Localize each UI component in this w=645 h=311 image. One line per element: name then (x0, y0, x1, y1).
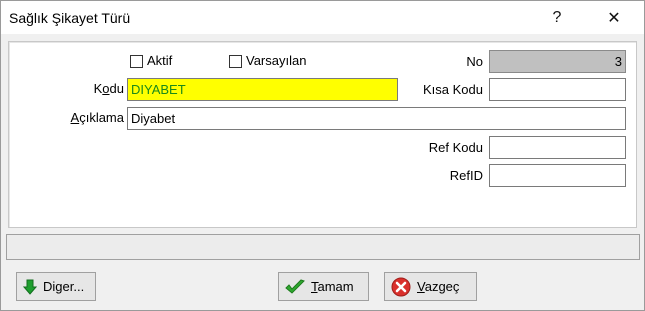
aktif-checkbox[interactable] (130, 55, 143, 68)
kisa-kodu-label: Kısa Kodu (423, 82, 483, 97)
help-button[interactable]: ? (534, 1, 580, 34)
aciklama-label: Açıklama (70, 110, 124, 125)
title-bar: Sağlık Şikayet Türü ? ✕ (1, 1, 644, 34)
kisa-kodu-input[interactable] (489, 78, 626, 101)
vazgec-button[interactable]: Vazgeç (384, 272, 477, 301)
refid-label: RefID (449, 168, 483, 183)
diger-label: Diger... (43, 279, 85, 294)
no-field: 3 (489, 50, 626, 73)
kodu-input[interactable]: DIYABET (127, 78, 398, 101)
arrow-down-icon (23, 279, 37, 295)
status-bar (6, 234, 640, 260)
window-title: Sağlık Şikayet Türü (9, 10, 131, 26)
close-icon: ✕ (607, 9, 621, 27)
kodu-label: Kodu (93, 81, 124, 96)
form-panel: Aktif Varsayılan No 3 Kodu DIYABET Kısa … (8, 41, 637, 228)
tamam-label: Tamam (311, 279, 354, 294)
varsayilan-checkbox[interactable] (229, 55, 242, 68)
vazgec-label: Vazgeç (417, 279, 460, 294)
checkmark-icon (285, 278, 305, 295)
tamam-button[interactable]: Tamam (278, 272, 369, 301)
no-label: No (466, 54, 483, 69)
diger-button[interactable]: Diger... (16, 272, 96, 301)
aktif-label: Aktif (147, 53, 173, 68)
aciklama-input[interactable]: Diyabet (127, 107, 626, 130)
close-button[interactable]: ✕ (591, 1, 637, 34)
dialog-window: Sağlık Şikayet Türü ? ✕ Aktif Varsayılan… (0, 0, 645, 311)
varsayilan-label: Varsayılan (246, 53, 307, 68)
help-icon: ? (552, 8, 562, 26)
refid-input[interactable] (489, 164, 626, 187)
ref-kodu-input[interactable] (489, 136, 626, 159)
cancel-icon (391, 277, 411, 297)
ref-kodu-label: Ref Kodu (428, 140, 483, 155)
